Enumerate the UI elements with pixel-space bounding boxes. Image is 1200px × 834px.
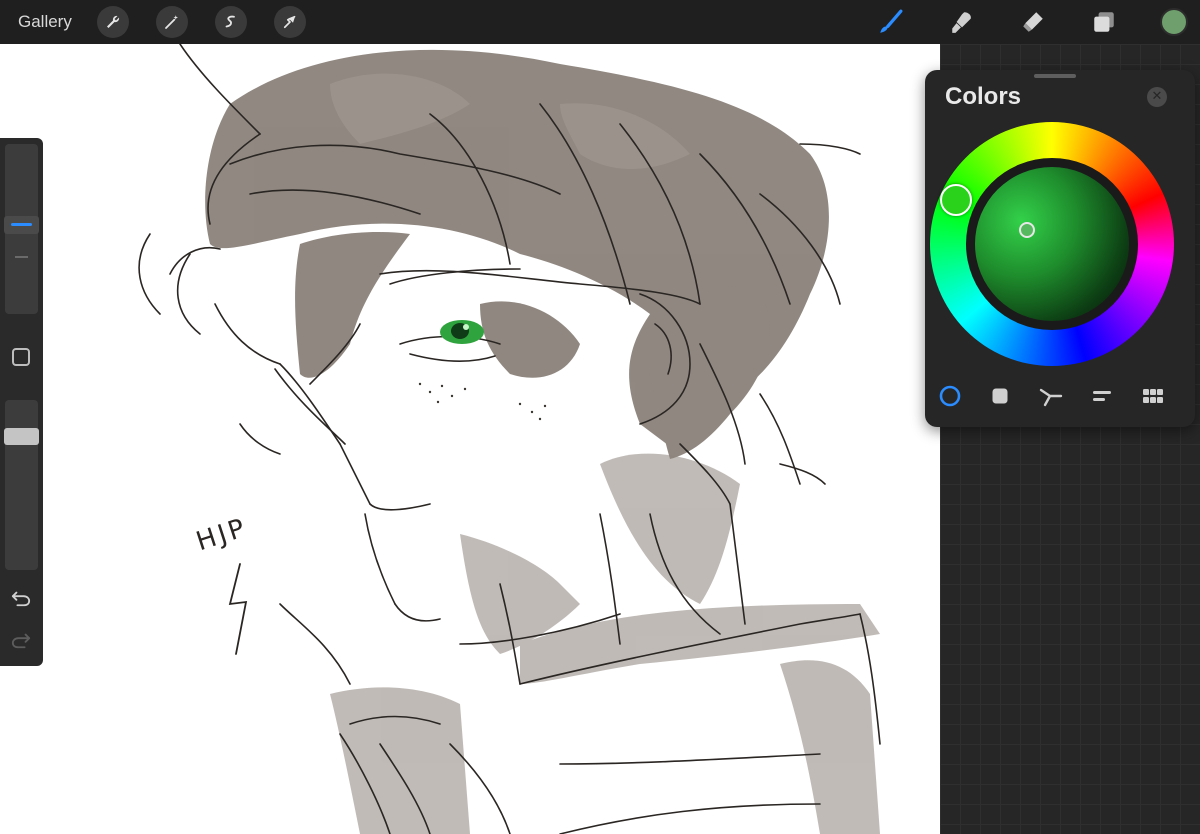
artwork xyxy=(138,44,881,834)
color-disc xyxy=(930,122,1174,366)
eraser-tool[interactable] xyxy=(1019,8,1047,36)
brush-tool[interactable] xyxy=(876,8,904,36)
opacity-slider[interactable] xyxy=(4,400,39,570)
gallery-button[interactable]: Gallery xyxy=(18,12,72,32)
transform-button[interactable] xyxy=(274,6,306,38)
smudge-tool[interactable] xyxy=(948,8,976,36)
disc-mode-button[interactable] xyxy=(937,385,963,407)
layers-tool[interactable] xyxy=(1090,8,1118,36)
procreate-app: HJP Gallery Colors ✕ xyxy=(0,0,1200,834)
panel-title: Colors xyxy=(945,83,1022,110)
magic-wand-icon xyxy=(165,15,178,29)
redo-button[interactable] xyxy=(10,630,32,650)
selection-button[interactable] xyxy=(215,6,247,38)
eraser-icon xyxy=(1023,12,1043,32)
modify-button[interactable] xyxy=(12,348,30,366)
classic-mode-button[interactable] xyxy=(987,385,1013,407)
eye xyxy=(440,320,484,344)
harmony-mode-icon xyxy=(1039,388,1063,407)
lightning-scar xyxy=(228,563,248,655)
disc-mode-icon xyxy=(939,385,961,407)
hue-picker[interactable] xyxy=(940,184,972,216)
close-icon[interactable]: ✕ xyxy=(1147,87,1167,107)
colors-panel: Colors ✕ xyxy=(925,70,1195,427)
top-toolbar: Gallery xyxy=(0,0,1200,44)
undo-button[interactable] xyxy=(10,588,32,608)
brush-icon xyxy=(880,9,903,33)
classic-mode-icon xyxy=(992,388,1008,404)
layers-icon xyxy=(1094,12,1114,32)
adjustments-button[interactable] xyxy=(156,6,188,38)
left-sidebar xyxy=(0,138,43,666)
redo-icon xyxy=(11,633,31,649)
palettes-mode-icon xyxy=(1143,389,1163,403)
value-mode-button[interactable] xyxy=(1089,385,1115,407)
brush-size-slider[interactable] xyxy=(4,144,39,314)
undo-icon xyxy=(11,591,31,607)
harmony-mode-button[interactable] xyxy=(1038,385,1064,407)
saturation-picker[interactable] xyxy=(1019,222,1035,238)
size-tick xyxy=(15,256,28,258)
drawing-canvas[interactable]: HJP xyxy=(0,44,940,834)
selection-icon xyxy=(225,15,235,28)
smudge-icon xyxy=(952,12,971,33)
wrench-icon xyxy=(107,15,120,28)
actions-button[interactable] xyxy=(97,6,129,38)
current-color-swatch[interactable] xyxy=(1160,8,1188,36)
panel-grabber[interactable] xyxy=(1034,74,1076,78)
brush-size-handle[interactable] xyxy=(4,216,39,234)
arrow-cursor-icon xyxy=(283,15,296,29)
value-mode-icon xyxy=(1093,391,1111,401)
saturation-brightness-disc[interactable] xyxy=(975,167,1129,321)
opacity-handle[interactable] xyxy=(4,428,39,445)
freckles xyxy=(418,382,547,421)
palettes-mode-button[interactable] xyxy=(1140,385,1166,407)
body-shading xyxy=(330,453,880,834)
